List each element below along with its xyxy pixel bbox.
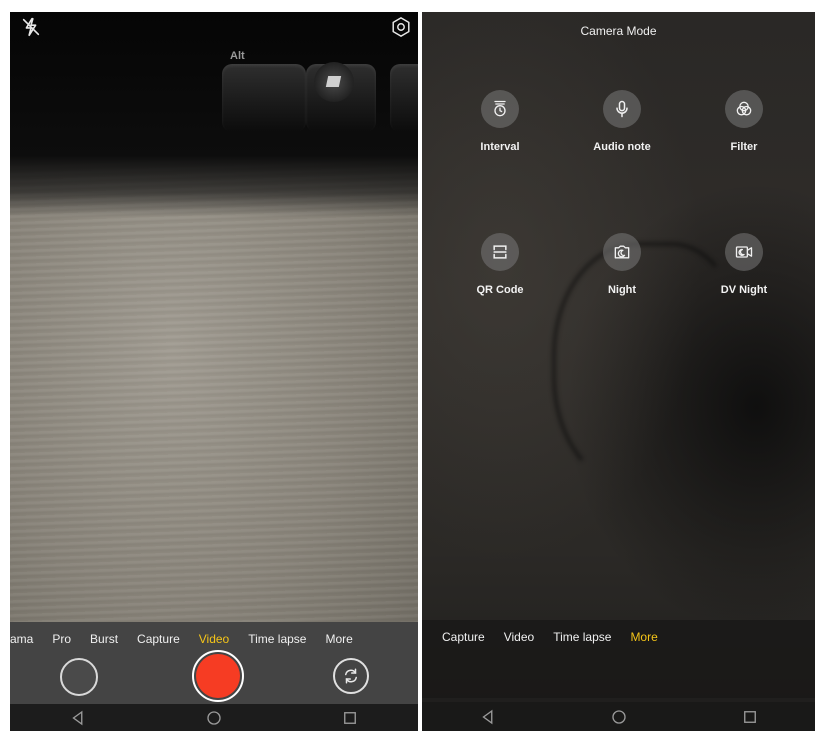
gallery-thumbnail-button[interactable] [60,658,98,696]
keyboard-in-preview: Alt [10,12,418,217]
camera-control-bar: rama Pro Burst Capture Video Time lapse … [10,622,418,704]
dv-night-icon [725,233,763,271]
mode-video[interactable]: Video [494,630,543,644]
record-dot [196,654,240,698]
tile-qr-code-label: QR Code [476,284,524,296]
tile-audio-note-label: Audio note [593,141,651,153]
system-navbar [10,704,418,731]
tile-qr-code[interactable]: QR Code [445,233,555,296]
tile-dv-night[interactable]: DV Night [689,233,799,296]
camera-mode-screen: Camera Mode Interval Audio note Filter Q… [422,12,815,731]
tile-interval-label: Interval [480,141,520,153]
alt-key [222,64,306,132]
mode-burst[interactable]: Burst [80,632,127,646]
settings-hex-icon[interactable] [388,14,414,40]
home-circle-icon[interactable] [607,705,631,729]
mode-more[interactable]: More [315,632,361,646]
mode-capture[interactable]: Capture [127,632,189,646]
mode-time-lapse[interactable]: Time lapse [238,632,315,646]
mode-panorama[interactable]: rama [10,632,42,646]
alt-key-label: Alt [230,50,245,62]
night-camera-icon [603,233,641,271]
back-triangle-icon[interactable] [66,706,90,730]
tile-filter-label: Filter [730,141,758,153]
menu-key [390,64,418,132]
switch-camera-icon [345,668,357,684]
mode-more[interactable]: More [620,630,666,644]
tile-filter[interactable]: Filter [689,90,799,153]
filter-circles-icon [725,90,763,128]
tile-dv-night-label: DV Night [720,284,768,296]
home-circle-icon[interactable] [202,706,226,730]
interval-timer-icon [481,90,519,128]
mode-pro[interactable]: Pro [42,632,80,646]
back-triangle-icon[interactable] [476,705,500,729]
tile-night-label: Night [607,284,637,296]
mode-capture[interactable]: Capture [432,630,494,644]
mode-time-lapse[interactable]: Time lapse [543,630,620,644]
mode-video[interactable]: Video [189,632,238,646]
qr-scan-icon [481,233,519,271]
switch-camera-button[interactable] [333,658,369,694]
windows-logo-icon [314,62,354,102]
system-navbar [422,702,815,731]
record-shutter-button[interactable] [192,650,244,702]
flash-off-icon[interactable] [18,14,44,40]
recents-square-icon[interactable] [338,706,362,730]
mode-carousel[interactable]: rama Pro Burst Capture Video Time lapse … [10,632,362,646]
tile-night[interactable]: Night [567,233,677,296]
tile-audio-note[interactable]: Audio note [567,90,677,153]
microphone-icon [603,90,641,128]
tile-interval[interactable]: Interval [445,90,555,153]
recents-square-icon[interactable] [738,705,762,729]
camera-viewfinder-screen: Alt rama Pro Burst Capture Video Time la… [10,12,418,731]
page-title: Camera Mode [580,24,657,38]
camera-control-bar: Capture Video Time lapse More [422,620,815,698]
mode-carousel[interactable]: Capture Video Time lapse More [432,630,667,644]
